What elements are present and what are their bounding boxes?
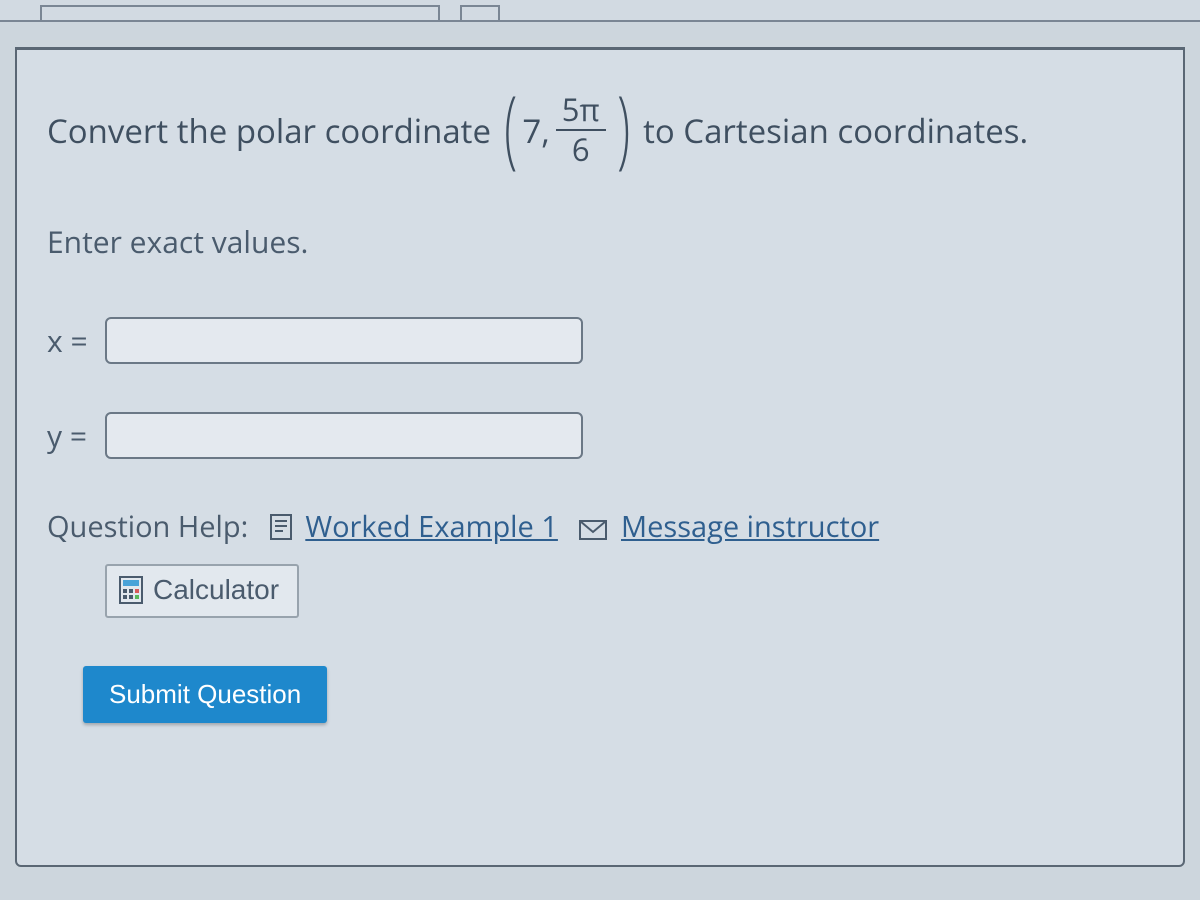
question-prefix: Convert the polar coordinate: [47, 111, 491, 151]
help-label: Question Help:: [47, 507, 248, 546]
question-text: Convert the polar coordinate ( 7, 5π 6 )…: [47, 95, 1153, 166]
inputs-group: x = y =: [47, 317, 1153, 459]
x-label: x =: [47, 320, 105, 361]
worked-example-link[interactable]: Worked Example 1: [305, 507, 558, 546]
calculator-icon: [119, 576, 143, 604]
document-icon: [270, 514, 292, 540]
polar-coordinate: ( 7, 5π 6 ): [499, 95, 635, 166]
polar-r: 7: [522, 111, 541, 151]
theta-denominator: 6: [562, 131, 600, 166]
x-input[interactable]: [105, 317, 583, 364]
right-paren: ): [617, 94, 630, 159]
chrome-top-edge: [0, 0, 1200, 22]
y-input[interactable]: [105, 412, 583, 459]
calculator-label: Calculator: [153, 574, 279, 606]
question-suffix: to Cartesian coordinates.: [643, 111, 1028, 151]
y-label: y =: [47, 415, 105, 456]
left-paren: (: [504, 94, 517, 159]
envelope-icon: [579, 520, 607, 540]
submit-button[interactable]: Submit Question: [83, 666, 327, 723]
input-row-y: y =: [47, 412, 1153, 459]
polar-theta-fraction: 5π 6: [556, 95, 606, 166]
theta-numerator: 5π: [556, 95, 606, 131]
question-panel: Convert the polar coordinate ( 7, 5π 6 )…: [15, 47, 1185, 867]
calculator-button[interactable]: Calculator: [105, 564, 299, 618]
message-instructor-link[interactable]: Message instructor: [621, 507, 879, 546]
input-row-x: x =: [47, 317, 1153, 364]
instruction-text: Enter exact values.: [47, 221, 1153, 262]
question-help-row: Question Help: Worked Example 1 Message …: [47, 507, 1153, 546]
